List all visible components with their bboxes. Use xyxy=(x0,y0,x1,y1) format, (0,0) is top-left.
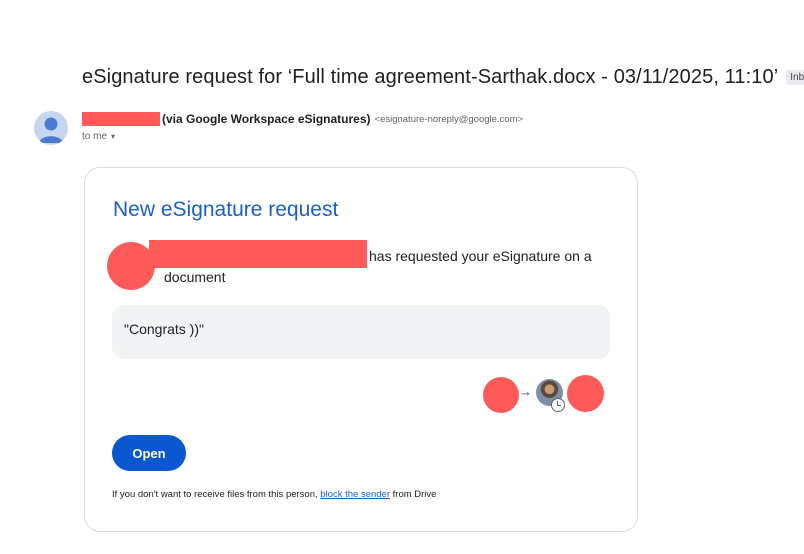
arrow-right-icon: → xyxy=(519,384,532,399)
clock-icon xyxy=(551,398,565,412)
block-sender-link[interactable]: block the sender xyxy=(320,489,390,500)
inbox-label-text: Inbox xyxy=(790,72,804,83)
recipient-flow-avatar xyxy=(567,375,604,412)
sender-email: <esignature-noreply@google.com> xyxy=(374,113,524,125)
signing-flow: → xyxy=(483,374,605,414)
esignature-card: New eSignature request has requested you… xyxy=(84,167,638,532)
requester-flow-avatar xyxy=(483,377,519,413)
request-text-line-2: document xyxy=(164,269,226,285)
redacted-sender-name xyxy=(82,112,160,126)
inbox-label-chip[interactable]: Inbox × xyxy=(786,70,804,85)
sender-name-suffix: (via Google Workspace eSignatures) xyxy=(162,112,371,126)
requester-avatar xyxy=(107,242,155,290)
footer-suffix: from Drive xyxy=(392,489,437,500)
sender-line: (via Google Workspace eSignatures) <esig… xyxy=(82,112,523,126)
recipient-text: to me xyxy=(82,131,108,142)
open-button[interactable]: Open xyxy=(112,435,186,471)
email-subject: eSignature request for ‘Full time agreem… xyxy=(82,66,779,88)
request-message: "Congrats ))" xyxy=(112,305,610,359)
redacted-requester-name xyxy=(149,240,367,268)
recipient-details-toggle[interactable]: to me ▾ xyxy=(82,131,115,142)
email-subject-row: eSignature request for ‘Full time agreem… xyxy=(82,66,804,89)
person-icon xyxy=(39,117,63,143)
sender-avatar[interactable] xyxy=(34,111,68,145)
chevron-down-icon: ▾ xyxy=(111,132,116,141)
request-text-line-1: has requested your eSignature on a xyxy=(369,248,592,264)
request-message-text: "Congrats ))" xyxy=(124,321,204,337)
footer-text: If you don't want to receive files from … xyxy=(112,489,436,500)
card-title: New eSignature request xyxy=(113,198,339,221)
footer-prefix: If you don't want to receive files from … xyxy=(112,489,318,500)
